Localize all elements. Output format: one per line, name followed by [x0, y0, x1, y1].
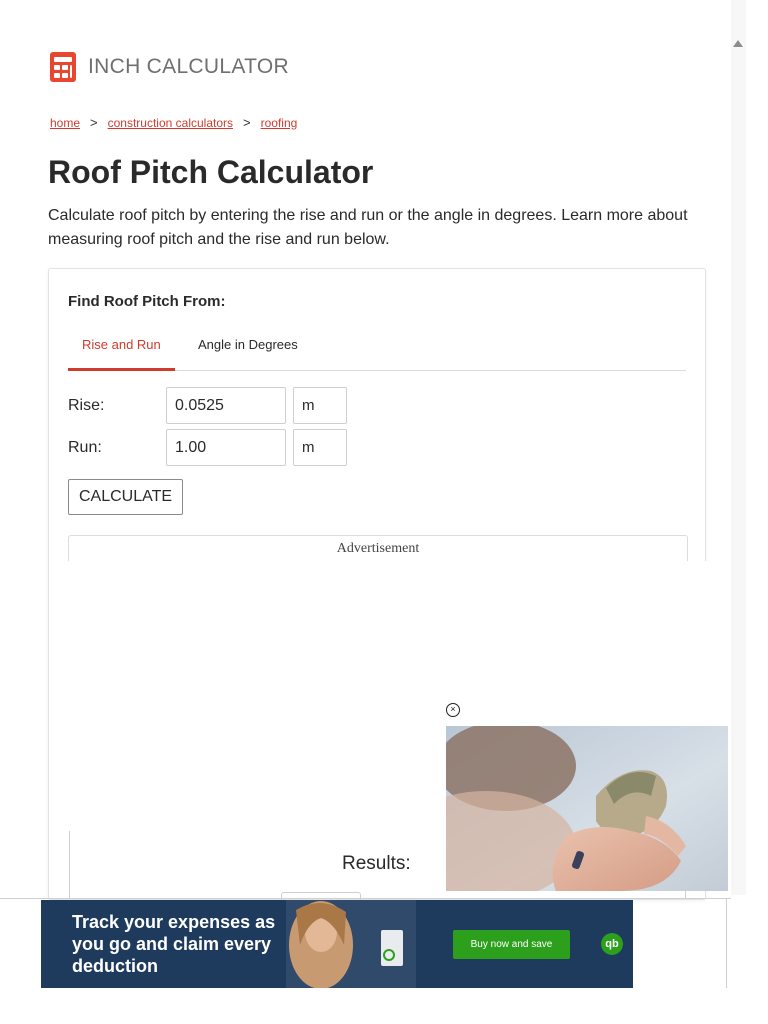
bottom-banner-ad[interactable]: Track your expenses as you go and claim … [41, 900, 633, 988]
quickbooks-logo-icon: qb [601, 933, 623, 955]
sticky-ad-right-border [726, 898, 727, 988]
breadcrumb-separator: > [90, 115, 98, 130]
breadcrumb-separator: > [243, 115, 251, 130]
run-label: Run: [68, 439, 102, 456]
find-roof-pitch-label: Find Roof Pitch From: [68, 293, 226, 310]
calculate-button[interactable]: CALCULATE [68, 479, 184, 515]
breadcrumb-home[interactable]: home [50, 116, 80, 130]
video-ad[interactable] [446, 726, 728, 891]
calculator-tabs: Rise and Run Angle in Degrees [68, 335, 686, 371]
calculator-icon [50, 52, 76, 82]
rise-input[interactable] [166, 387, 286, 424]
video-ad-image [446, 726, 728, 891]
bottom-ad-photo [286, 900, 416, 988]
results-label: Results: [342, 853, 411, 874]
rise-unit-select[interactable]: m [293, 387, 347, 424]
run-input[interactable] [166, 429, 286, 466]
breadcrumb: home > construction calculators > roofin… [50, 115, 297, 130]
advertisement-label: Advertisement [336, 541, 420, 556]
tab-rise-and-run[interactable]: Rise and Run [68, 335, 175, 371]
breadcrumb-roofing[interactable]: roofing [261, 116, 298, 130]
scroll-up-arrow-icon[interactable] [733, 40, 743, 47]
page: INCH CALCULATOR home > construction calc… [0, 0, 731, 1024]
page-intro: Calculate roof pitch by entering the ris… [48, 207, 688, 248]
site-logo[interactable]: INCH CALCULATOR [50, 52, 289, 82]
scrollbar-track[interactable] [731, 0, 746, 895]
site-name: INCH CALCULATOR [88, 55, 289, 78]
scrollbar[interactable] [731, 0, 768, 1024]
rise-label: Rise: [68, 397, 105, 414]
results-border-left [69, 831, 70, 899]
run-unit-select[interactable]: m [293, 429, 347, 466]
buy-now-button[interactable]: Buy now and save [453, 930, 570, 959]
bottom-ad-headline: Track your expenses as you go and claim … [72, 912, 276, 976]
page-title: Roof Pitch Calculator [48, 154, 374, 190]
sticky-ad-divider [0, 898, 731, 899]
close-icon[interactable]: × [446, 703, 460, 717]
tab-angle-in-degrees[interactable]: Angle in Degrees [184, 335, 312, 368]
breadcrumb-construction-calculators[interactable]: construction calculators [108, 116, 233, 130]
